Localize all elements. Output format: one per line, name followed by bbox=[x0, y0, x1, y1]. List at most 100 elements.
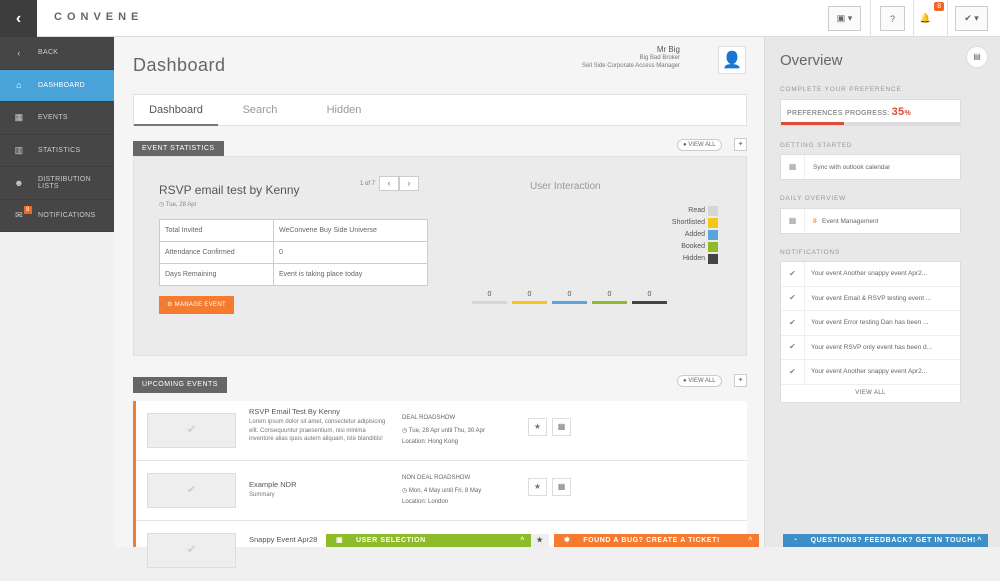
overview-title: Overview bbox=[780, 52, 843, 69]
star-icon[interactable]: ★ bbox=[528, 478, 547, 496]
collapse-menu-button[interactable]: ‹ bbox=[0, 0, 37, 37]
bar-chart-icon: ▥ bbox=[14, 144, 24, 155]
star-icon[interactable]: ★ bbox=[531, 534, 549, 547]
sidebar-item-notifications[interactable]: ✉ 8 NOTIFICATIONS bbox=[0, 200, 114, 232]
bug-report-bar[interactable]: ✱ FOUND A BUG? CREATE A TICKET! ^ bbox=[554, 534, 759, 547]
daily-overview-item[interactable]: ▦ 8 Event Management bbox=[780, 208, 961, 234]
pager: 1 of 7 ‹ › bbox=[360, 176, 420, 191]
manage-event-button[interactable]: ⚙ MANAGE EVENT bbox=[159, 296, 234, 314]
chevron-up-icon: ^ bbox=[977, 537, 982, 544]
lightbulb-icon[interactable]: ✦ bbox=[734, 374, 747, 387]
arrow-left-icon: ‹ bbox=[17, 47, 21, 58]
event-title: RSVP email test by Kenny bbox=[159, 183, 300, 197]
count-read: 0 bbox=[472, 291, 507, 304]
check-icon: ✔ bbox=[781, 310, 805, 335]
notebook-icon[interactable]: ▤ bbox=[966, 46, 988, 68]
event-location: Location: London bbox=[402, 499, 449, 505]
tab-bar: Dashboard Search Hidden bbox=[133, 94, 747, 126]
upcoming-events-list: ✔ RSVP Email Test By Kenny Lorem ipsum d… bbox=[133, 401, 747, 568]
avatar[interactable]: 👤 bbox=[718, 46, 746, 74]
manage-event-label: MANAGE EVENT bbox=[174, 302, 226, 308]
event-date-text: Tue, 28 Apr bbox=[165, 202, 197, 208]
sidebar-item-label: NOTIFICATIONS bbox=[38, 211, 96, 219]
tab-search[interactable]: Search bbox=[218, 94, 302, 126]
notification-text: Your event RSVP only event has been d... bbox=[811, 343, 933, 351]
event-title[interactable]: RSVP Email Test By Kenny bbox=[249, 407, 340, 416]
tab-dashboard[interactable]: Dashboard bbox=[134, 94, 218, 126]
event-dates: ◷ Tue, 28 Apr until Thu, 30 Apr bbox=[402, 428, 485, 434]
lightbulb-icon[interactable]: ✦ bbox=[734, 138, 747, 151]
feedback-bar[interactable]: ◔ QUESTIONS? FEEDBACK? GET IN TOUCH! ^ bbox=[783, 534, 988, 547]
home-icon: ⌂ bbox=[16, 80, 22, 91]
event-date: ◷ Tue, 28 Apr bbox=[159, 202, 197, 208]
notification-item[interactable]: ✔ Your event Error testing Dan has been .… bbox=[781, 310, 960, 336]
sidebar-item-back[interactable]: ‹ BACK bbox=[0, 37, 114, 70]
notification-item[interactable]: ✔ Your event Another snappy event Apr2... bbox=[781, 359, 960, 385]
count-value: 0 bbox=[567, 291, 572, 298]
calendar-icon: ▦ bbox=[781, 209, 805, 233]
table-row: Days Remaining Event is taking place toda… bbox=[159, 263, 428, 286]
legend-item: Hidden bbox=[672, 253, 718, 265]
user-team: Sell Side Corporate Access Manager bbox=[581, 63, 680, 69]
list-item[interactable]: ✔ Snappy Event Apr28 bbox=[136, 521, 747, 581]
user-selection-label: USER SELECTION bbox=[355, 537, 426, 544]
list-item[interactable]: ✔ Example NDR Summary NON DEAL ROADSHOW … bbox=[136, 461, 747, 521]
event-description: Summary bbox=[249, 492, 275, 498]
count-shortlisted: 0 bbox=[512, 291, 547, 304]
upcoming-events-label: UPCOMING EVENTS bbox=[133, 377, 227, 393]
main-content: Dashboard Mr Big Big Bad Broker Sell Sid… bbox=[114, 37, 764, 568]
table-row: Attendance Confirmed 0 bbox=[159, 241, 428, 264]
notifications-list: ✔ Your event Another snappy event Apr2...… bbox=[780, 261, 961, 403]
event-location: Location: Hong Kong bbox=[402, 439, 459, 445]
user-info: Mr Big Big Bad Broker Sell Side Corporat… bbox=[582, 46, 680, 70]
top-bar: ‹ CONVENE ▣ ▾ ? 🔔 8 ✔ ▾ bbox=[0, 0, 1000, 37]
brand-mark-icon: ✔ ▾ bbox=[964, 13, 979, 23]
list-item[interactable]: ✔ RSVP Email Test By Kenny Lorem ipsum d… bbox=[136, 401, 747, 461]
complete-preference-label: COMPLETE YOUR PREFERENCE bbox=[780, 86, 902, 93]
table-cell: WeConvene Buy Side Universe bbox=[273, 219, 428, 242]
sidebar-item-label: DASHBOARD bbox=[38, 81, 86, 89]
envelope-icon: ✉ bbox=[15, 209, 23, 220]
legend-label: Shortlisted bbox=[671, 219, 705, 226]
notification-item[interactable]: ✔ Your event Email & RSVP testing event .… bbox=[781, 286, 960, 311]
notification-badge: 8 bbox=[24, 205, 32, 214]
prev-button[interactable]: ‹ bbox=[379, 176, 400, 191]
sidebar-item-distribution-lists[interactable]: ☻ DISTRIBUTION LISTS bbox=[0, 167, 114, 200]
daily-overview-label: DAILY OVERVIEW bbox=[780, 195, 847, 202]
calendar-icon[interactable]: ▦ bbox=[552, 418, 571, 436]
next-button[interactable]: › bbox=[399, 176, 420, 191]
notification-item[interactable]: ✔ Your event RSVP only event has been d..… bbox=[781, 335, 960, 360]
sidebar-item-events[interactable]: ▦ EVENTS bbox=[0, 102, 114, 135]
sync-outlook-item[interactable]: ▦ Sync with outlook calendar bbox=[780, 154, 961, 180]
upcoming-view-all-button[interactable]: ● VIEW ALL bbox=[677, 375, 722, 387]
check-icon: ✔ bbox=[781, 261, 805, 286]
event-stats-view-all-button[interactable]: ● VIEW ALL bbox=[677, 139, 722, 151]
count-booked: 0 bbox=[592, 291, 627, 304]
event-title[interactable]: Snappy Event Apr28 bbox=[249, 535, 317, 544]
legend-swatch bbox=[708, 230, 718, 240]
notifications-view-all-button[interactable]: VIEW ALL bbox=[781, 385, 960, 402]
pager-text: 1 of 7 bbox=[360, 180, 376, 187]
count-value: 0 bbox=[487, 291, 492, 298]
star-icon[interactable]: ★ bbox=[528, 418, 547, 436]
event-type: NON DEAL ROADSHOW bbox=[402, 475, 471, 481]
sidebar-item-dashboard[interactable]: ⌂ DASHBOARD bbox=[0, 69, 114, 102]
event-title[interactable]: Example NDR bbox=[249, 480, 297, 489]
calendar-icon: ▦ bbox=[14, 112, 24, 123]
notifications-button[interactable]: 🔔 8 bbox=[913, 2, 944, 31]
sidebar-item-statistics[interactable]: ▥ STATISTICS bbox=[0, 135, 114, 167]
event-type: DEAL ROADSHOW bbox=[402, 415, 456, 421]
daily-item-label: Event Management bbox=[822, 217, 879, 225]
preferences-progress[interactable]: PREFERENCES PROGRESS: 35% bbox=[780, 99, 961, 126]
legend-swatch bbox=[708, 206, 718, 216]
tab-hidden[interactable]: Hidden bbox=[302, 94, 386, 126]
table-cell: Days Remaining bbox=[159, 263, 274, 286]
user-menu-button[interactable]: ✔ ▾ bbox=[955, 6, 988, 31]
help-button[interactable]: ? bbox=[880, 6, 905, 31]
notification-item[interactable]: ✔ Your event Another snappy event Apr2... bbox=[781, 261, 960, 287]
calendar-icon[interactable]: ▦ bbox=[552, 478, 571, 496]
legend-swatch bbox=[708, 254, 718, 264]
user-selection-bar[interactable]: ▣ USER SELECTION ^ bbox=[326, 534, 531, 547]
calendar-switch-button[interactable]: ▣ ▾ bbox=[828, 6, 861, 31]
check-icon: ✔ bbox=[781, 359, 805, 384]
